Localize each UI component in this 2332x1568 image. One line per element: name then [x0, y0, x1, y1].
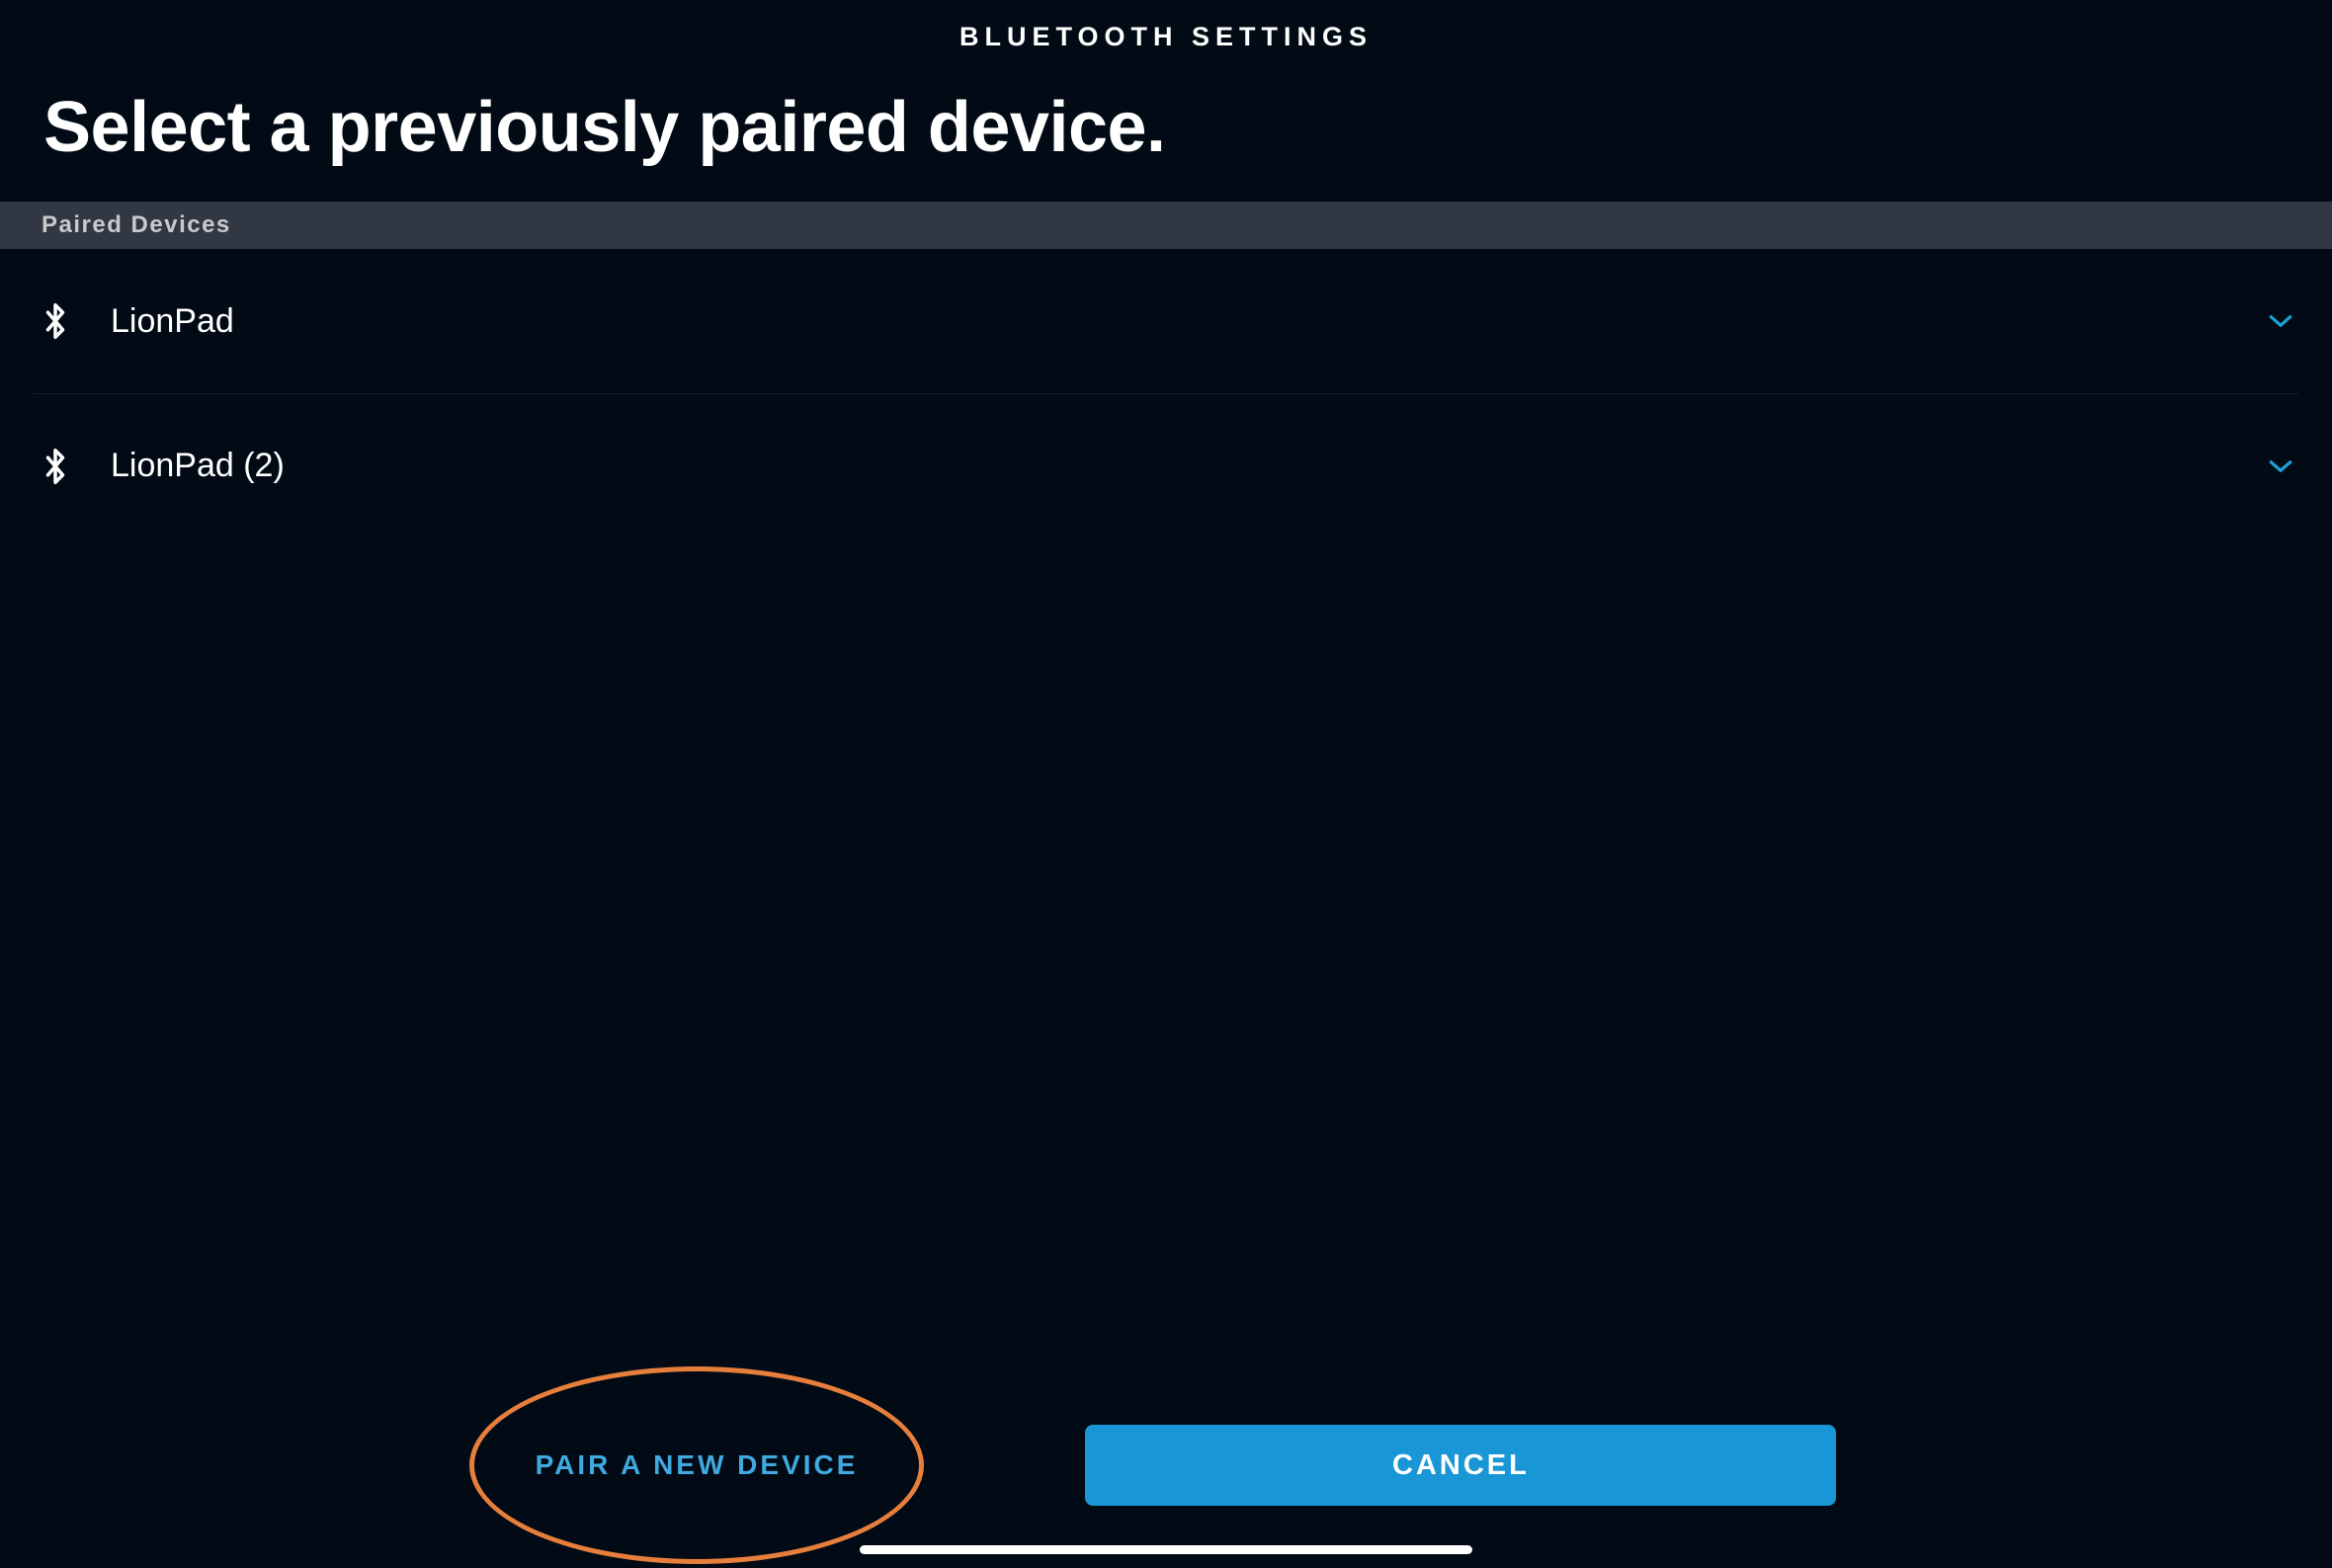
chevron-down-icon[interactable] [2263, 449, 2298, 484]
cancel-button[interactable]: CANCEL [1085, 1425, 1836, 1506]
page-heading: Select a previously paired device. [43, 91, 1166, 166]
action-bar: PAIR A NEW DEVICE CANCEL [0, 1422, 2332, 1509]
bluetooth-icon [34, 299, 77, 343]
page-title: BLUETOOTH SETTINGS [0, 22, 2332, 52]
bluetooth-icon [34, 445, 77, 488]
paired-device-row[interactable]: LionPad (2) [34, 393, 2298, 537]
section-header-label: Paired Devices [42, 211, 231, 239]
paired-device-name: LionPad (2) [111, 447, 285, 485]
paired-device-row[interactable]: LionPad [0, 249, 2332, 393]
home-indicator[interactable] [860, 1545, 1472, 1554]
paired-device-name: LionPad [111, 302, 234, 341]
section-header-paired-devices: Paired Devices [0, 202, 2332, 249]
pair-new-device-button[interactable]: PAIR A NEW DEVICE [496, 1422, 898, 1509]
chevron-down-icon[interactable] [2263, 303, 2298, 339]
paired-device-list: LionPad LionPad (2) [0, 249, 2332, 537]
